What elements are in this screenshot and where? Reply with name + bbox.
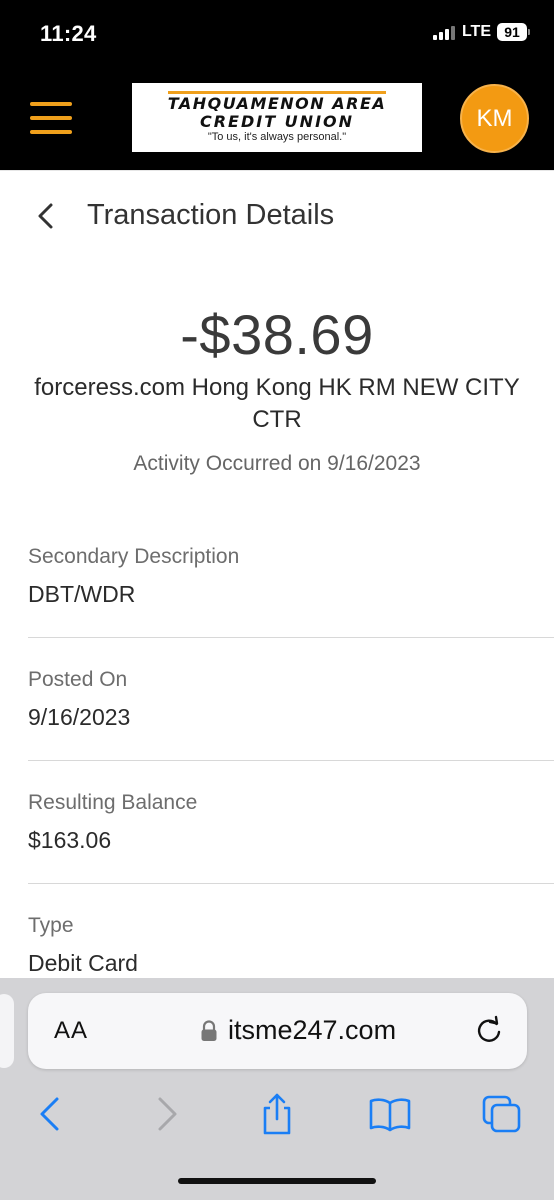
- browser-forward-icon[interactable]: [143, 1090, 191, 1138]
- detail-value: DBT/WDR: [28, 581, 136, 607]
- battery-level: 91: [497, 23, 527, 41]
- previous-tab-preview[interactable]: [0, 994, 14, 1068]
- logo-tagline: "To us, it's always personal.": [207, 131, 347, 143]
- hamburger-menu-icon[interactable]: [30, 102, 72, 134]
- avatar[interactable]: KM: [460, 84, 529, 153]
- share-icon[interactable]: [253, 1090, 301, 1138]
- detail-value: $163.06: [28, 827, 112, 853]
- detail-label: Posted On: [28, 668, 128, 691]
- detail-value: Debit Card: [28, 950, 138, 976]
- reader-settings-button[interactable]: AA: [54, 1017, 88, 1045]
- divider: [28, 760, 554, 761]
- page-title: Transaction Details: [87, 199, 335, 231]
- detail-posted-on: Posted On 9/16/2023: [28, 668, 554, 731]
- detail-secondary-description: Secondary Description DBT/WDR: [28, 545, 554, 608]
- merchant-description: forceress.com Hong Kong HK RM NEW CITY C…: [34, 374, 520, 433]
- signal-icon: [432, 24, 455, 40]
- detail-type: Type Debit Card: [28, 914, 554, 977]
- credit-union-logo[interactable]: TAHQUAMENON AREA CREDIT UNION "To us, it…: [132, 83, 422, 152]
- reload-icon[interactable]: [474, 1014, 504, 1046]
- activity-date: Activity Occurred on 9/16/2023: [133, 452, 421, 475]
- browser-back-icon[interactable]: [26, 1090, 74, 1138]
- lock-icon: [201, 1019, 217, 1041]
- detail-resulting-balance: Resulting Balance $163.06: [28, 791, 554, 854]
- status-time: 11:24: [40, 21, 97, 46]
- home-indicator: [178, 1178, 376, 1184]
- tabs-icon[interactable]: [478, 1090, 526, 1138]
- transaction-amount: -$38.69: [180, 303, 374, 366]
- page-title-row: Transaction Details: [0, 170, 554, 260]
- bookmarks-icon[interactable]: [366, 1090, 414, 1138]
- logo-line1: TAHQUAMENON AREA: [167, 91, 387, 113]
- divider: [28, 883, 554, 884]
- url-text: itsme247.com: [228, 1015, 397, 1045]
- battery-icon: 91: [497, 23, 530, 41]
- aa-label: AA: [54, 1017, 89, 1044]
- logo-line2: CREDIT UNION: [199, 112, 355, 131]
- status-indicators: LTE 91: [432, 23, 530, 41]
- back-chevron-icon[interactable]: [34, 201, 58, 231]
- status-bar: 11:24 LTE 91: [0, 0, 554, 70]
- url-display[interactable]: itsme247.com: [200, 1015, 396, 1046]
- detail-value: 9/16/2023: [28, 704, 131, 730]
- divider: [28, 637, 554, 638]
- address-bar[interactable]: AA itsme247.com: [28, 993, 527, 1069]
- browser-toolbar: AA itsme247.com: [0, 978, 554, 1200]
- app-header: TAHQUAMENON AREA CREDIT UNION "To us, it…: [0, 70, 554, 170]
- detail-label: Secondary Description: [28, 545, 240, 568]
- detail-label: Resulting Balance: [28, 791, 198, 814]
- detail-label: Type: [28, 914, 74, 937]
- browser-nav-bar: [0, 1090, 554, 1150]
- network-type: LTE: [461, 23, 491, 40]
